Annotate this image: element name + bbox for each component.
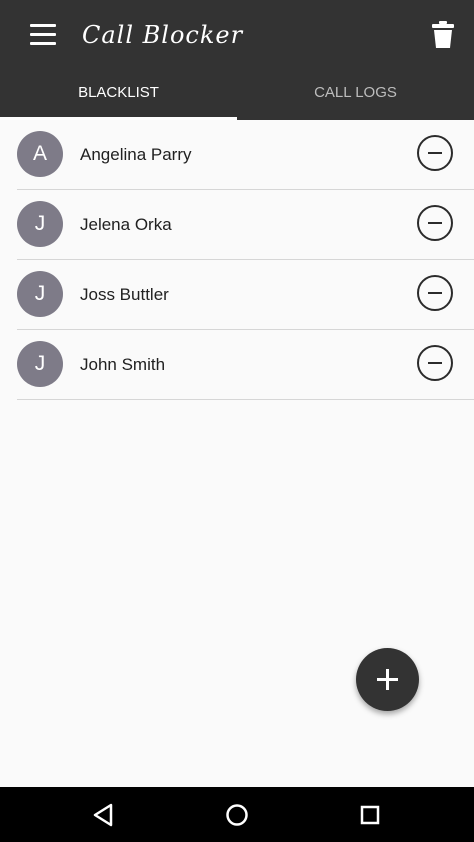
avatar: J — [17, 201, 63, 247]
back-triangle-icon[interactable] — [87, 799, 119, 831]
tab-call-logs[interactable]: CALL LOGS — [237, 68, 474, 120]
home-circle-icon[interactable] — [221, 799, 253, 831]
remove-circle-icon[interactable] — [417, 345, 453, 381]
remove-circle-icon[interactable] — [417, 205, 453, 241]
avatar: J — [17, 271, 63, 317]
contact-name: John Smith — [80, 355, 166, 374]
list-item[interactable]: J John Smith — [17, 330, 474, 400]
hamburger-menu-icon[interactable] — [30, 23, 58, 47]
avatar: A — [17, 131, 63, 177]
list-item[interactable]: J Joss Buttler — [17, 260, 474, 330]
recents-square-icon[interactable] — [354, 799, 386, 831]
app-bar: Call Blocker BLACKLIST CALL LOGS — [0, 0, 474, 120]
add-contact-button[interactable] — [356, 648, 419, 711]
avatar: J — [17, 341, 63, 387]
blacklist-list: A Angelina Parry J Jelena Orka J Joss Bu… — [0, 120, 474, 400]
list-item[interactable]: A Angelina Parry — [17, 120, 474, 190]
trash-can-icon[interactable] — [429, 20, 457, 50]
remove-circle-icon[interactable] — [417, 275, 453, 311]
contact-name: Jelena Orka — [80, 215, 172, 234]
system-navigation-bar — [0, 787, 474, 842]
remove-circle-icon[interactable] — [417, 135, 453, 171]
contact-name: Joss Buttler — [80, 285, 169, 304]
tab-blacklist[interactable]: BLACKLIST — [0, 68, 237, 120]
list-item[interactable]: J Jelena Orka — [17, 190, 474, 260]
contact-name: Angelina Parry — [80, 145, 192, 164]
tab-bar: BLACKLIST CALL LOGS — [0, 68, 474, 120]
app-title: Call Blocker — [82, 21, 244, 49]
